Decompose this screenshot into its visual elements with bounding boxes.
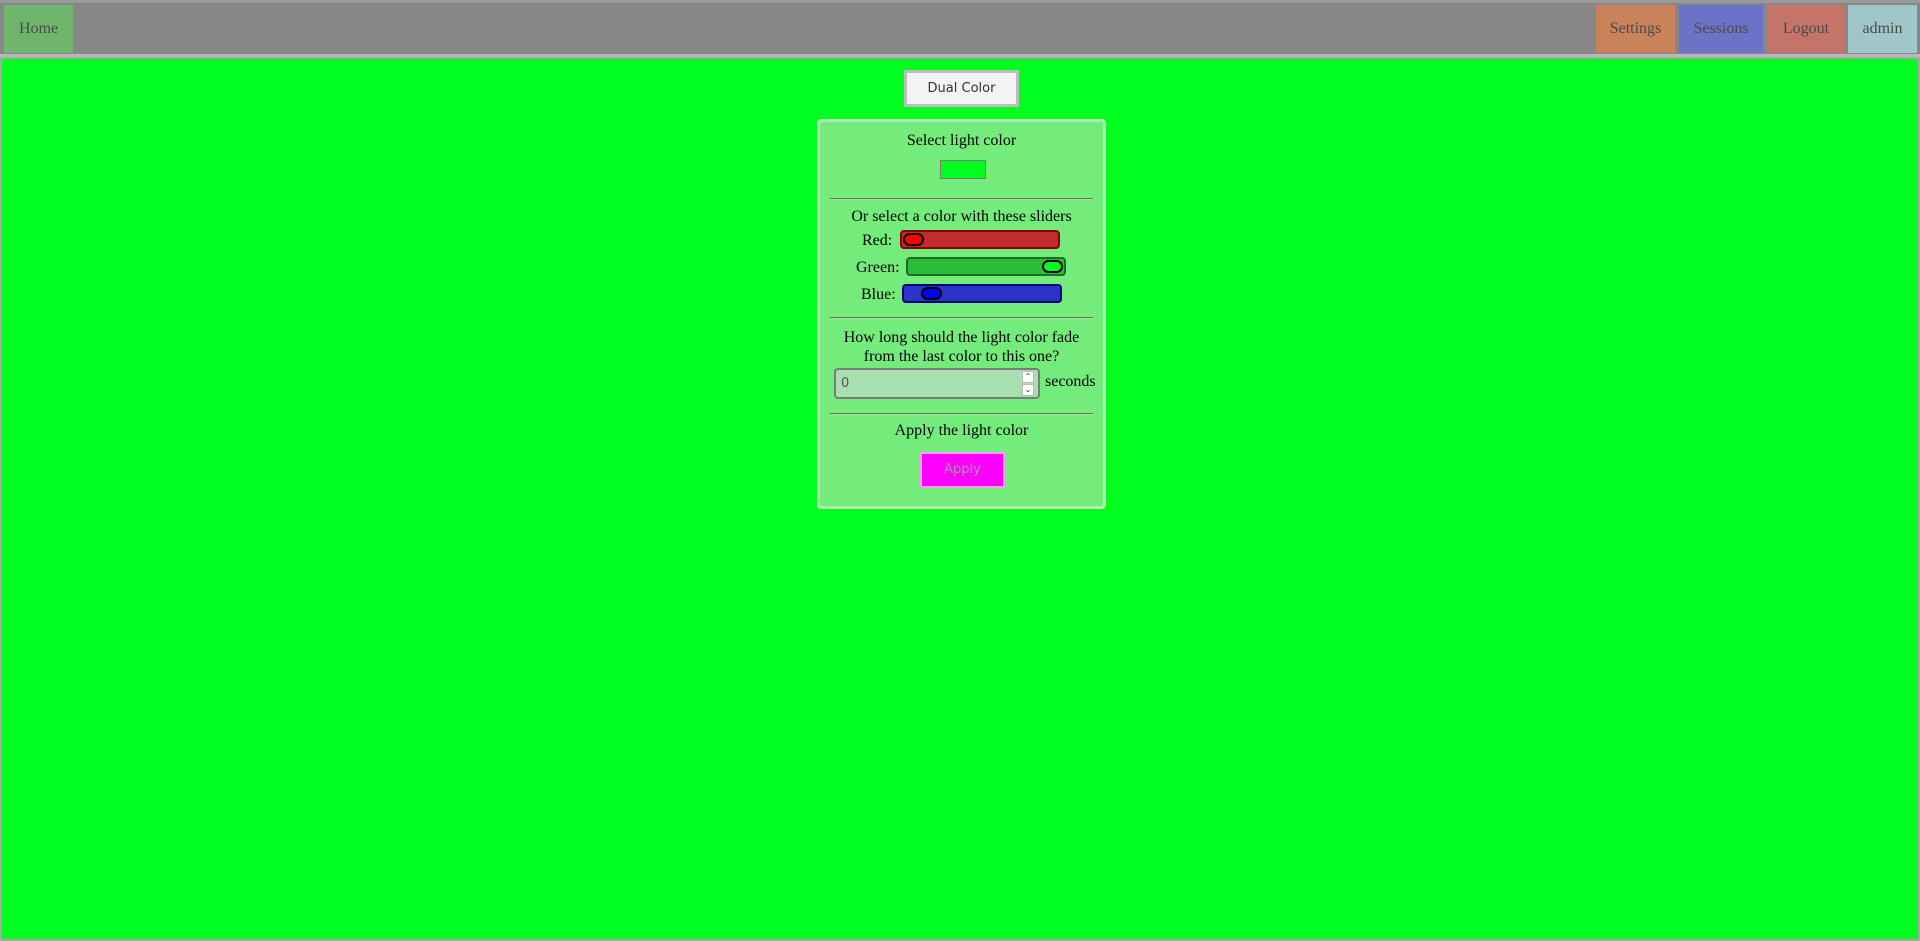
select-color-title: Select light color [906,132,1017,149]
blue-slider-label: Blue: [861,286,896,303]
divider [830,198,1093,200]
green-slider-thumb[interactable] [1042,260,1063,273]
logout-button[interactable]: Logout [1767,5,1845,53]
green-slider-label: Green: [856,259,900,276]
apply-button[interactable]: Apply [920,452,1005,488]
red-slider-label: Red: [862,232,893,249]
sliders-title: Or select a color with these sliders [851,208,1072,225]
fade-duration-field[interactable]: ⌃ ⌄ [834,368,1040,399]
user-button[interactable]: admin [1848,5,1917,53]
top-nav-bar: Home Settings Sessions Logout admin [0,0,1920,57]
fade-unit-label: seconds [1045,373,1096,390]
green-slider-row: Green: [820,257,1103,279]
increment-icon[interactable]: ⌃ [1022,371,1034,383]
fade-duration-input[interactable] [839,371,1019,396]
blue-slider[interactable] [902,284,1062,303]
red-slider-row: Red: [820,230,1103,252]
home-button[interactable]: Home [4,5,73,53]
fade-question: How long should the light color fade fro… [843,329,1080,365]
apply-title: Apply the light color [894,422,1029,439]
divider [830,413,1093,415]
settings-button[interactable]: Settings [1596,5,1675,53]
blue-slider-row: Blue: [820,284,1103,306]
divider [830,317,1093,319]
red-slider-thumb[interactable] [903,233,924,246]
dual-color-button[interactable]: Dual Color [904,70,1019,107]
green-slider[interactable] [906,257,1066,276]
color-picker-swatch[interactable] [940,160,986,179]
light-color-panel: Select light color Or select a color wit… [817,119,1106,509]
decrement-icon[interactable]: ⌄ [1022,384,1034,396]
blue-slider-thumb[interactable] [920,287,942,300]
red-slider[interactable] [900,230,1060,249]
sessions-button[interactable]: Sessions [1679,5,1763,53]
main-area: Dual Color Select light color Or select … [0,57,1920,941]
